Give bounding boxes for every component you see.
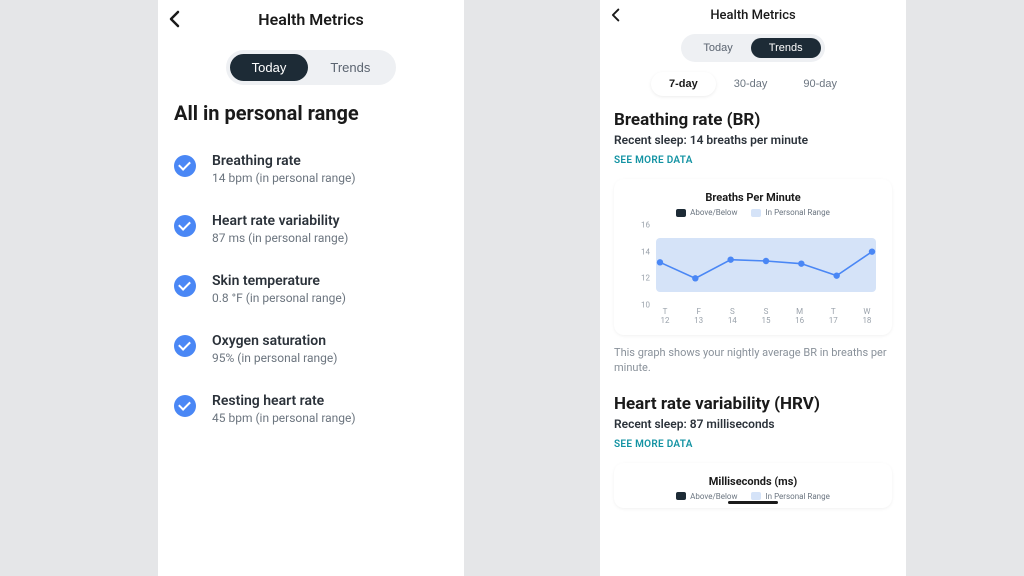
- tab-trends[interactable]: Trends: [308, 54, 392, 81]
- x-tick-label: T12: [656, 307, 674, 325]
- x-tick-label: S14: [723, 307, 741, 325]
- check-icon: [174, 155, 196, 177]
- legend-label: Above/Below: [690, 208, 737, 217]
- metric-title: Breathing rate: [212, 153, 356, 169]
- screen-trends: Health Metrics Today Trends 7-day 30-day…: [600, 0, 906, 576]
- swatch-icon: [751, 209, 761, 217]
- legend-label: In Personal Range: [765, 492, 829, 501]
- metric-title: Skin temperature: [212, 273, 346, 289]
- swatch-icon: [676, 492, 686, 500]
- tab-today[interactable]: Today: [685, 38, 750, 58]
- metric-title: Heart rate variability: [212, 213, 348, 229]
- y-tick-label: 12: [641, 274, 650, 283]
- x-tick-label: W18: [858, 307, 876, 325]
- metric-value: 14 bpm (in personal range): [212, 171, 356, 185]
- check-icon: [174, 335, 196, 357]
- x-tick-label: S15: [757, 307, 775, 325]
- y-tick-label: 14: [641, 247, 650, 256]
- header: Health Metrics: [158, 0, 464, 38]
- chart-caption: This graph shows your nightly average BR…: [614, 345, 892, 376]
- range-90day[interactable]: 90-day: [785, 72, 855, 96]
- page-title: Health Metrics: [710, 8, 795, 23]
- view-tabs: Today Trends: [158, 50, 464, 85]
- metric-value: 0.8 °F (in personal range): [212, 291, 346, 305]
- chevron-left-icon: [168, 10, 182, 28]
- x-tick-label: M16: [791, 307, 809, 325]
- list-item[interactable]: Resting heart rate 45 bpm (in personal r…: [174, 393, 448, 425]
- summary-headline: All in personal range: [158, 101, 464, 125]
- header: Health Metrics: [600, 0, 906, 30]
- legend-item: In Personal Range: [751, 492, 829, 501]
- back-button[interactable]: [168, 10, 182, 28]
- metric-value: 95% (in personal range): [212, 351, 337, 365]
- chevron-left-icon: [610, 8, 622, 22]
- tab-today[interactable]: Today: [230, 54, 309, 81]
- legend-label: Above/Below: [690, 492, 737, 501]
- range-30day[interactable]: 30-day: [716, 72, 786, 96]
- metric-title: Oxygen saturation: [212, 333, 337, 349]
- x-tick-label: F13: [690, 307, 708, 325]
- chart-title: Milliseconds (ms): [630, 475, 876, 488]
- chart-card: Milliseconds (ms) Above/Below In Persona…: [614, 463, 892, 508]
- check-icon: [174, 215, 196, 237]
- swatch-icon: [751, 492, 761, 500]
- list-item[interactable]: Heart rate variability 87 ms (in persona…: [174, 213, 448, 245]
- page-title: Health Metrics: [258, 10, 363, 29]
- metric-value: 87 ms (in personal range): [212, 231, 348, 245]
- range-tabs: 7-day 30-day 90-day: [600, 72, 906, 96]
- legend-item: Above/Below: [676, 208, 737, 217]
- swatch-icon: [676, 209, 686, 217]
- see-more-link[interactable]: SEE MORE DATA: [614, 155, 693, 166]
- metric-title: Resting heart rate: [212, 393, 356, 409]
- section-subtitle: Recent sleep: 14 breaths per minute: [614, 133, 892, 147]
- legend-item: Above/Below: [676, 492, 737, 501]
- section-subtitle: Recent sleep: 87 milliseconds: [614, 417, 892, 431]
- y-tick-label: 16: [641, 221, 650, 230]
- view-tabs: Today Trends: [600, 34, 906, 62]
- see-more-link[interactable]: SEE MORE DATA: [614, 439, 693, 450]
- legend-item: In Personal Range: [751, 208, 829, 217]
- check-icon: [174, 395, 196, 417]
- section-title: Breathing rate (BR): [614, 110, 892, 130]
- metric-list: Breathing rate 14 bpm (in personal range…: [158, 153, 464, 425]
- chart-area: 16141210 T12F13S14S15M16T17W18: [630, 225, 876, 325]
- tab-trends[interactable]: Trends: [751, 38, 821, 58]
- chart-card: Breaths Per Minute Above/Below In Person…: [614, 179, 892, 335]
- chart-legend: Above/Below In Personal Range: [630, 492, 876, 501]
- chart-legend: Above/Below In Personal Range: [630, 208, 876, 217]
- y-tick-label: 10: [641, 301, 650, 310]
- chart-title: Breaths Per Minute: [630, 191, 876, 204]
- back-button[interactable]: [610, 8, 622, 22]
- metric-value: 45 bpm (in personal range): [212, 411, 356, 425]
- check-icon: [174, 275, 196, 297]
- range-7day[interactable]: 7-day: [651, 72, 716, 96]
- legend-label: In Personal Range: [765, 208, 829, 217]
- list-item[interactable]: Skin temperature 0.8 °F (in personal ran…: [174, 273, 448, 305]
- home-indicator: [728, 501, 778, 504]
- section-title: Heart rate variability (HRV): [614, 394, 892, 414]
- screen-today: Health Metrics Today Trends All in perso…: [158, 0, 464, 576]
- list-item[interactable]: Oxygen saturation 95% (in personal range…: [174, 333, 448, 365]
- x-tick-label: T17: [824, 307, 842, 325]
- list-item[interactable]: Breathing rate 14 bpm (in personal range…: [174, 153, 448, 185]
